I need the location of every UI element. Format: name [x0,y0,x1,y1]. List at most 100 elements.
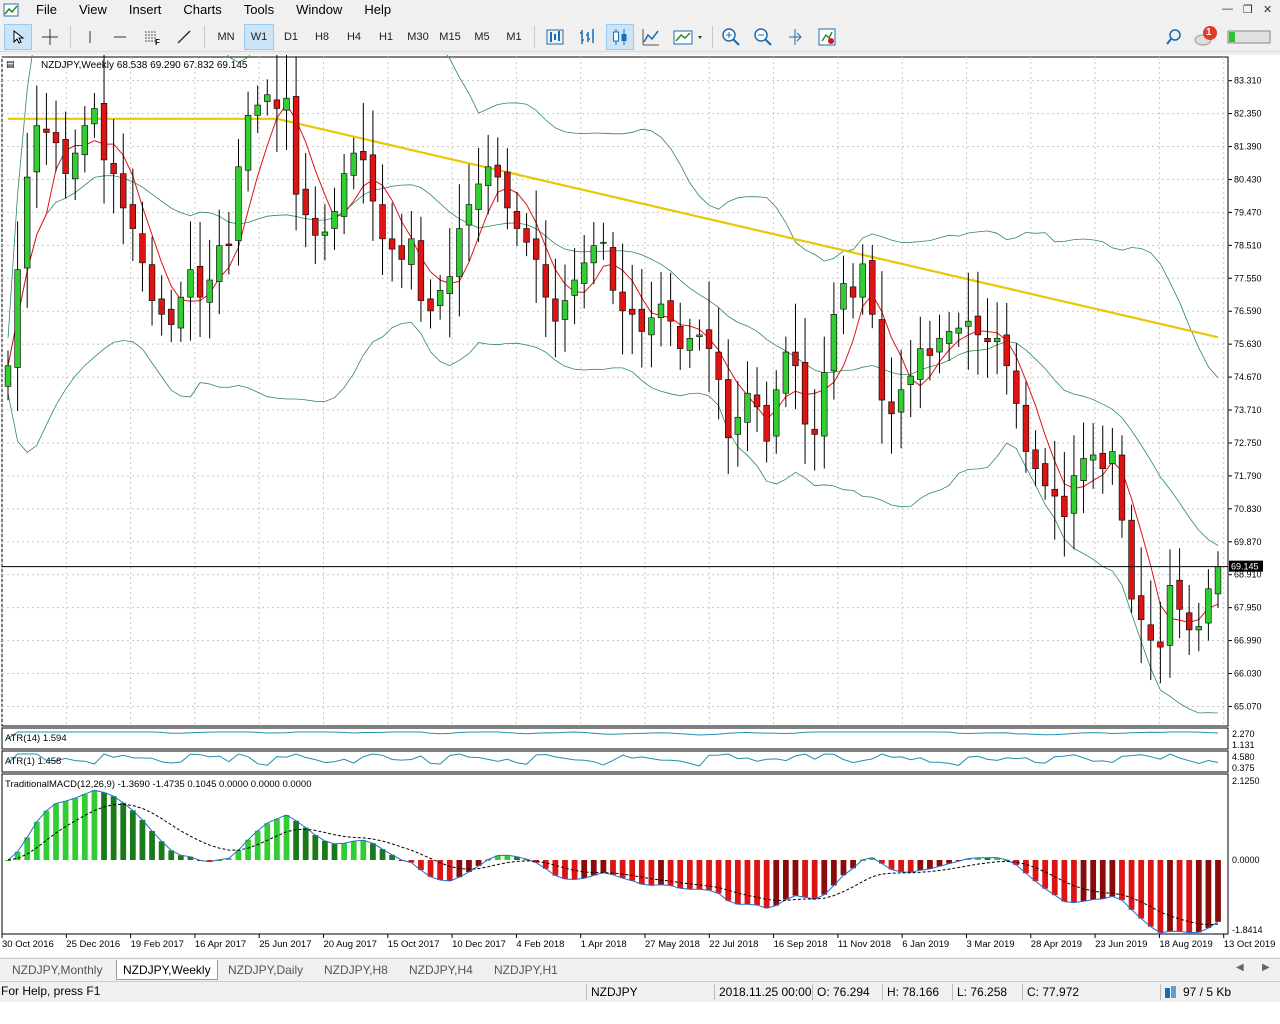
menu-tools[interactable]: Tools [233,0,285,20]
macd-histogram-bar [245,839,251,860]
timeframe-h1[interactable]: H1 [372,24,400,50]
candle-body [1099,452,1106,469]
tab-h8[interactable]: NZDJPY,H8 [318,960,394,980]
candle-body [1089,454,1097,461]
tab-scroll-left-icon[interactable]: ◀ [1236,962,1244,973]
candle-body [1205,588,1212,624]
candle-body [177,296,185,329]
connection-status-icon[interactable] [1226,24,1272,50]
timeframe-m30[interactable]: M30 [404,24,432,50]
status-close: C: 77.972 [1022,984,1160,1000]
trendline-icon[interactable] [172,24,196,50]
macd-histogram-bar [72,798,79,860]
timeframe-m5[interactable]: M5 [468,24,496,50]
candle-body [340,173,348,217]
line-chart-icon[interactable] [638,24,664,50]
autoscroll-icon[interactable] [782,24,808,50]
timeframe-h4[interactable]: H4 [340,24,368,50]
macd-histogram-bar [782,860,789,900]
candle-body [878,319,886,401]
horizontal-line-icon[interactable] [108,24,132,50]
macd-histogram-bar [264,823,271,860]
minimize-icon[interactable]: — [1222,3,1233,15]
vertical-line-icon[interactable] [78,24,102,50]
candle-body [513,211,521,229]
timeframe-h8[interactable]: H8 [308,24,336,50]
timeframe-d1[interactable]: D1 [278,24,304,50]
cursor-tool-icon[interactable] [4,24,32,50]
candle-body [331,211,338,229]
tab-h1[interactable]: NZDJPY,H1 [488,960,564,980]
menu-help[interactable]: Help [353,0,402,20]
timeframe-w1[interactable]: W1 [244,24,274,50]
chart-shift-icon[interactable] [814,24,840,50]
bars-icon[interactable] [574,24,600,50]
date-axis-label: 20 Aug 2017 [324,939,377,950]
macd-histogram-bar [43,810,50,860]
close-icon[interactable]: ✕ [1263,3,1272,16]
svg-text:F: F [155,38,160,46]
macd-histogram-bar [677,860,684,889]
zoom-out-icon[interactable] [750,24,776,50]
date-axis-label: 16 Apr 2017 [195,939,246,950]
macd-histogram-bar [446,860,453,881]
menu-insert[interactable]: Insert [118,0,173,20]
tab-weekly[interactable]: NZDJPY,Weekly [116,960,218,980]
macd-histogram-bar [638,860,645,885]
price-axis-label: 75.630 [1234,339,1262,349]
crosshair-tool-icon[interactable] [36,24,64,50]
timeframe-m1[interactable]: M1 [500,24,528,50]
price-axis-label: 82.350 [1234,109,1262,119]
candle-body [725,379,732,439]
candle-body [436,289,444,307]
macd-histogram-bar [149,830,155,860]
help-text: For Help, press F1 [1,984,101,998]
date-axis-label: 3 Mar 2019 [967,939,1015,950]
zoom-in-icon[interactable] [718,24,744,50]
tab-monthly[interactable]: NZDJPY,Monthly [6,960,108,980]
candle-body [686,338,694,351]
search-icon[interactable] [1162,24,1186,50]
candle-body [648,317,655,336]
candle-body [360,151,367,161]
candle-body [465,204,473,226]
candle-body [110,163,117,174]
macd-histogram-bar [1109,860,1116,897]
tab-daily[interactable]: NZDJPY,Daily [222,960,309,980]
macd-scale-top: 2.1250 [1232,776,1260,786]
menu-view[interactable]: View [68,0,118,20]
candle-body [897,389,905,413]
restore-icon[interactable]: ❐ [1243,3,1253,16]
menu-window[interactable]: Window [285,0,353,20]
timeframe-m15[interactable]: M15 [436,24,464,50]
macd-histogram-bar [1167,860,1173,932]
macd-histogram-bar [360,840,367,860]
candle-body [677,326,684,349]
candle-body [187,269,194,298]
candle-body [600,241,607,244]
candle-body [456,228,463,277]
candlestick-icon[interactable] [606,24,634,50]
notifications-button[interactable]: 1 [1192,24,1220,50]
menu-file[interactable]: File [25,0,68,20]
macd-histogram-bar [350,841,357,860]
menu-charts[interactable]: Charts [172,0,232,20]
tab-h4[interactable]: NZDJPY,H4 [403,960,479,980]
candle-body [811,428,818,435]
candle-body [216,245,223,283]
templates-dropdown-icon[interactable] [670,24,706,50]
price-chart[interactable]: 83.310 82.350 81.390 80.430 79.470 78.510 77.5… [0,0,1280,957]
candle-body [244,115,252,171]
traffic-icon [1165,986,1176,998]
chart-window[interactable]: 83.310 82.350 81.390 80.430 79.470 78.510 77.5… [0,0,1280,957]
candle-body [235,166,242,241]
fibonacci-icon[interactable]: F [140,24,164,50]
macd-histogram-bar [821,860,828,895]
candle-body [100,103,108,161]
price-axis-label: 73.710 [1234,405,1262,415]
macd-histogram-bar [917,860,924,871]
bar-chart-icon[interactable] [542,24,568,50]
tab-scroll-right-icon[interactable]: ▶ [1262,962,1270,973]
candle[interactable] [1128,504,1135,613]
timeframe-mn[interactable]: MN [212,24,240,50]
